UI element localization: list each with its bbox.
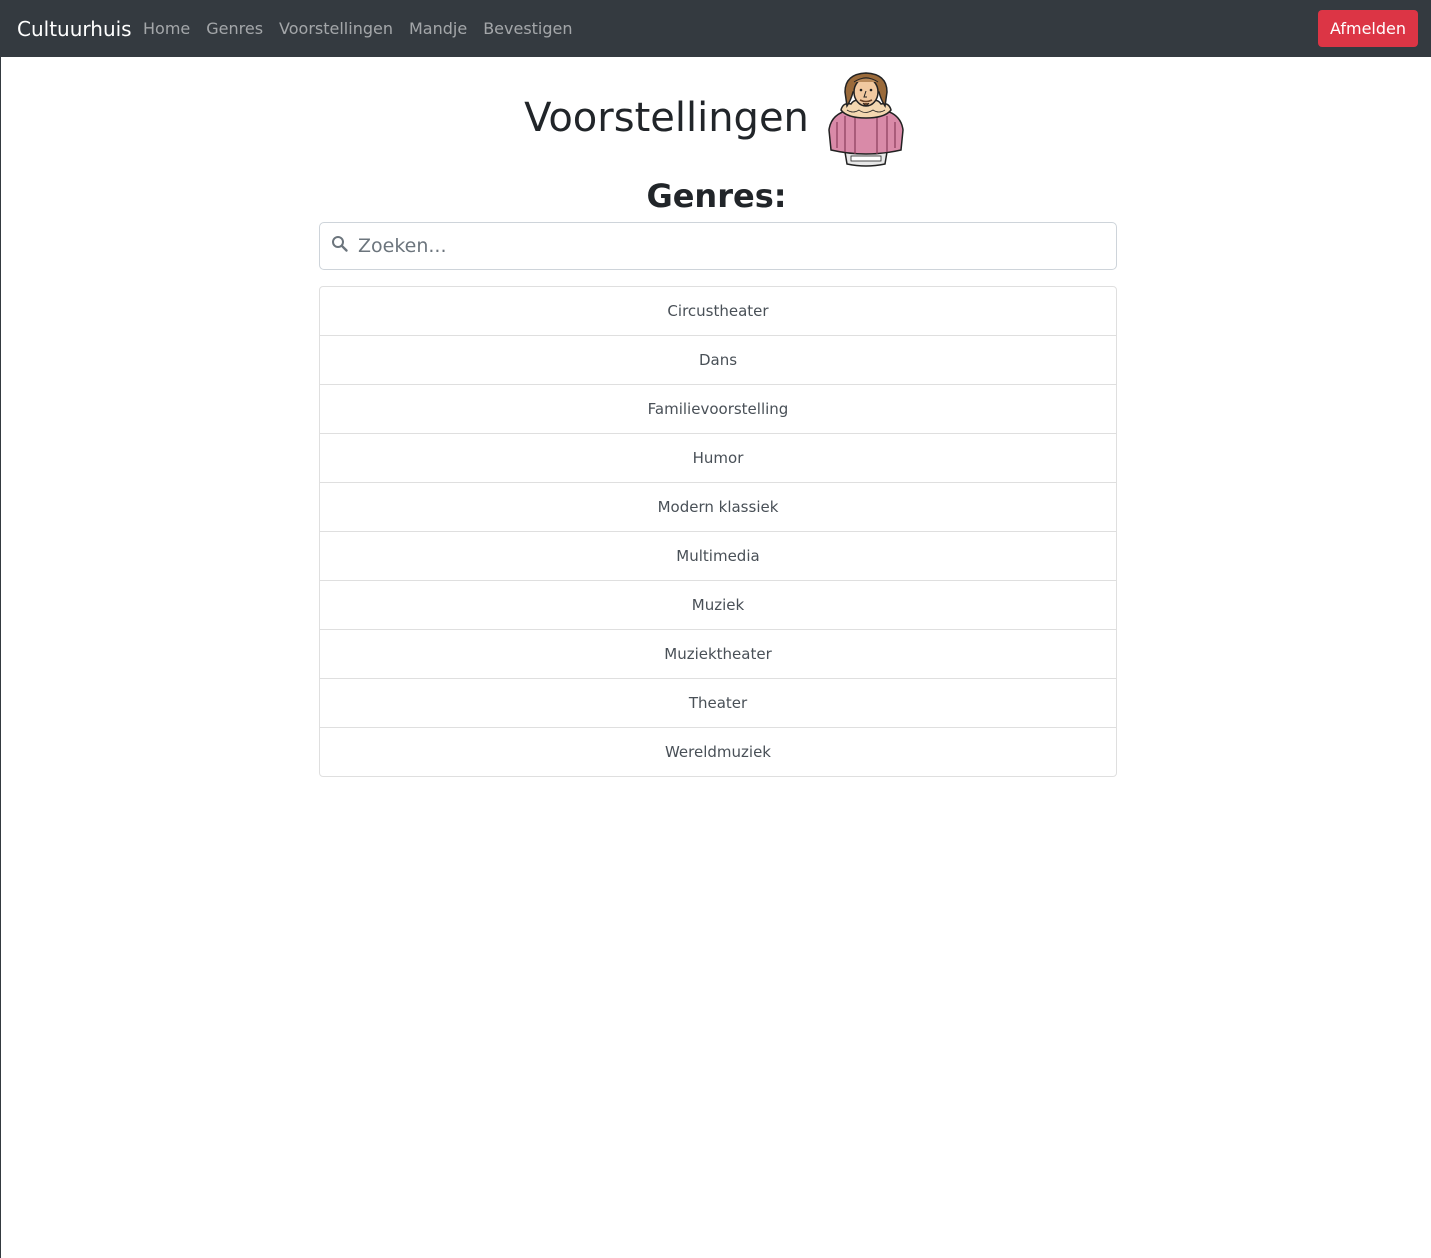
genre-item-modern-klassiek[interactable]: Modern klassiek	[320, 483, 1116, 532]
title-row: Voorstellingen	[1, 70, 1431, 170]
nav-link-bevestigen[interactable]: Bevestigen	[483, 19, 572, 39]
genre-item-muziek[interactable]: Muziek	[320, 581, 1116, 630]
shakespeare-bust-icon	[828, 72, 904, 167]
nav-links: Home Genres Voorstellingen Mandje Bevest…	[143, 19, 589, 39]
genre-list: Circustheater Dans Familievoorstelling H…	[319, 286, 1117, 777]
genre-item-circustheater[interactable]: Circustheater	[320, 287, 1116, 336]
genre-item-multimedia[interactable]: Multimedia	[320, 532, 1116, 581]
genre-item-theater[interactable]: Theater	[320, 679, 1116, 728]
nav-link-voorstellingen[interactable]: Voorstellingen	[279, 19, 393, 39]
brand-link[interactable]: Cultuurhuis	[17, 15, 132, 43]
nav-link-home[interactable]: Home	[143, 19, 190, 39]
search-input[interactable]	[358, 223, 1098, 269]
logout-button[interactable]: Afmelden	[1317, 10, 1418, 47]
genres-heading: Genres:	[646, 177, 787, 215]
page-title: Voorstellingen	[524, 95, 809, 141]
genre-item-dans[interactable]: Dans	[320, 336, 1116, 385]
search-icon	[332, 236, 348, 252]
nav-link-mandje[interactable]: Mandje	[409, 19, 467, 39]
genre-item-humor[interactable]: Humor	[320, 434, 1116, 483]
genre-item-familievoorstelling[interactable]: Familievoorstelling	[320, 385, 1116, 434]
nav-link-genres[interactable]: Genres	[206, 19, 263, 39]
genre-item-wereldmuziek[interactable]: Wereldmuziek	[320, 728, 1116, 776]
genre-item-muziektheater[interactable]: Muziektheater	[320, 630, 1116, 679]
search-box	[319, 222, 1117, 270]
top-navbar: Cultuurhuis Home Genres Voorstellingen M…	[1, 0, 1431, 57]
